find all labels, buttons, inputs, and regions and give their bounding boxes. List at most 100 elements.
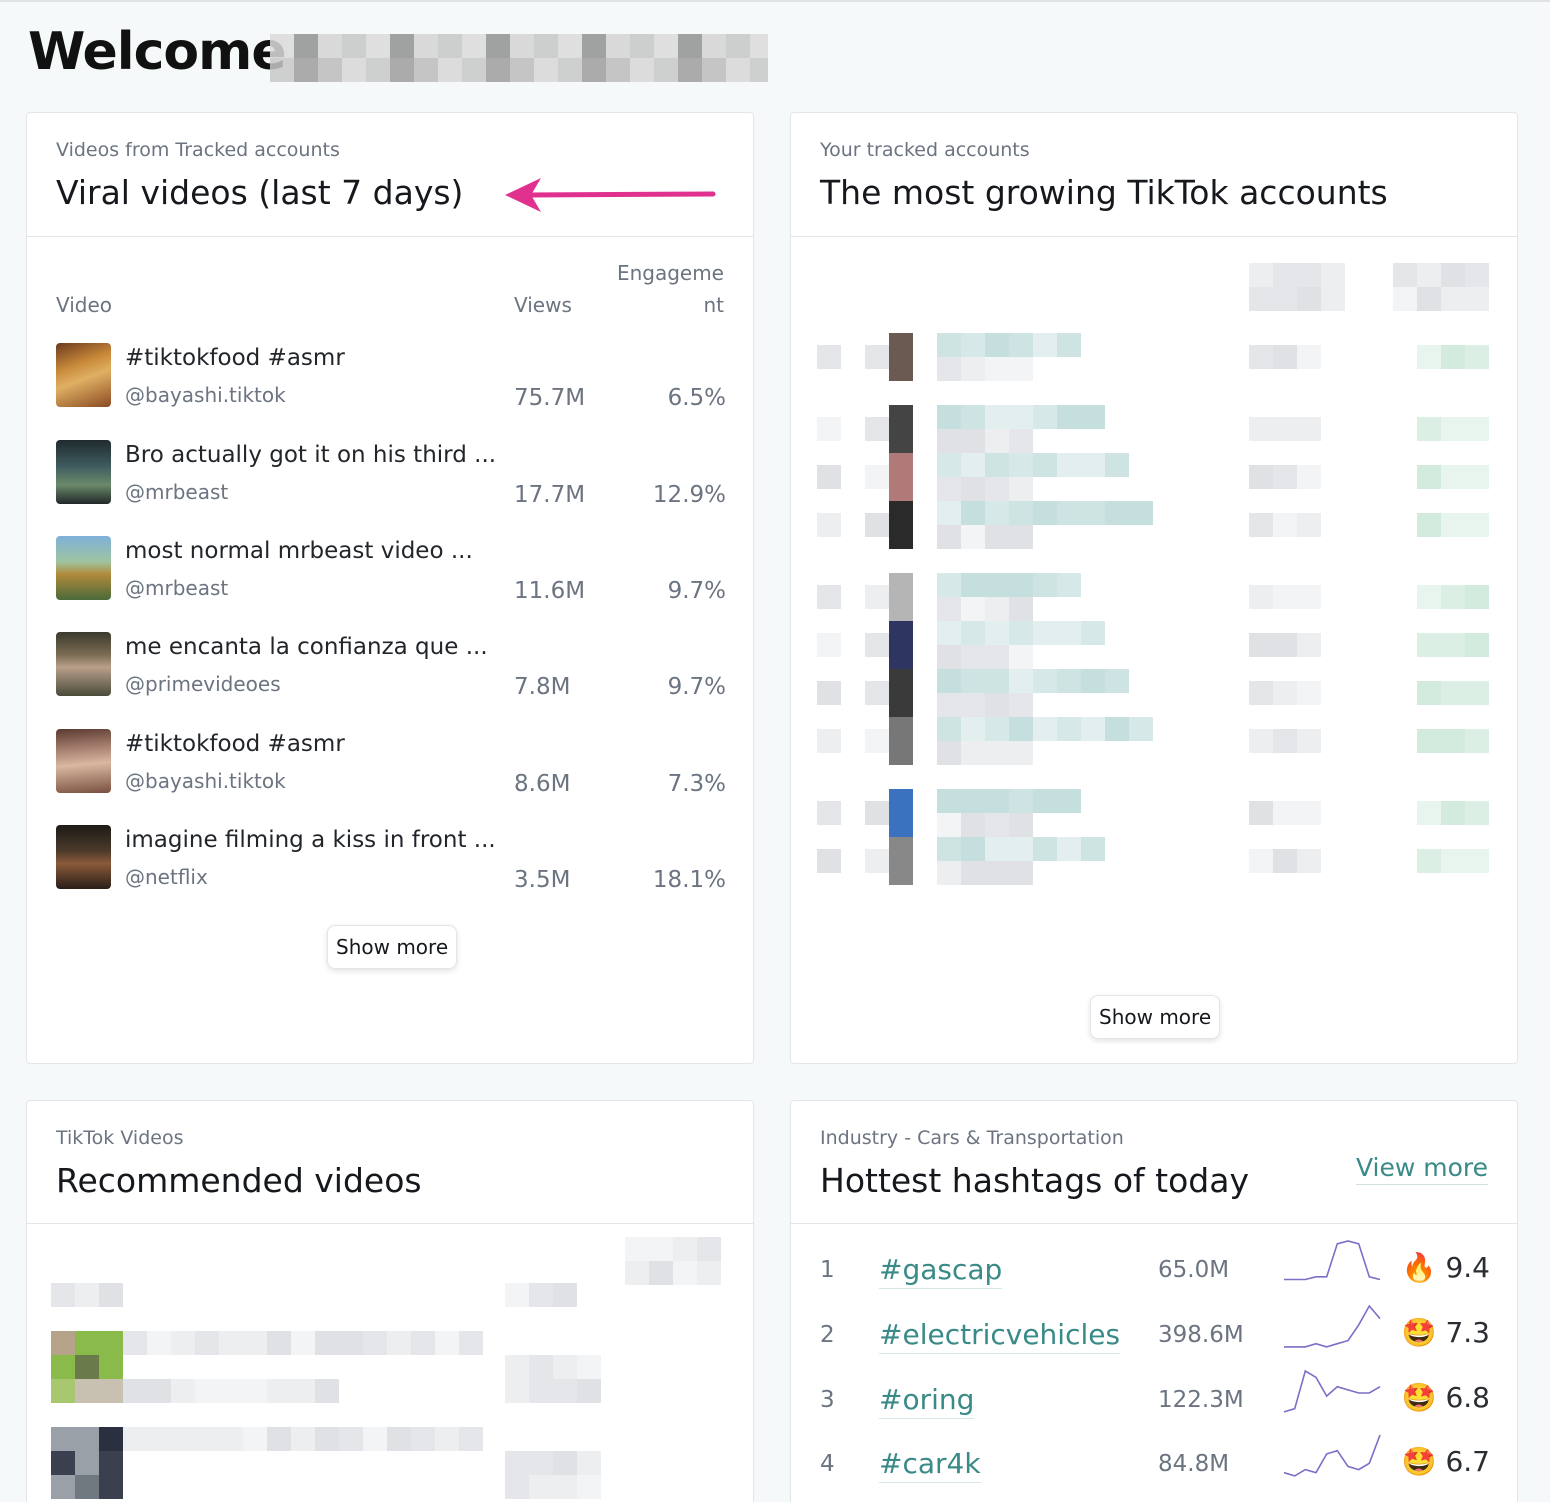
video-row[interactable]: #tiktokfood #asmr @bayashi.tiktok 8.6M 7… [56,729,726,797]
redacted-pixel [459,1331,483,1355]
redacted-pixel [865,345,889,369]
redacted-avatar [889,717,913,765]
redacted-pixel [195,1331,219,1355]
video-row[interactable]: most normal mrbeast video ... @mrbeast 1… [56,536,726,604]
hashtag-row[interactable]: 1 #gascap 65.0M 🔥 9.4 [820,1240,1490,1297]
hashtag-row[interactable]: 3 #oring 122.3M 🤩 6.8 [820,1369,1490,1427]
redacted-pixel [51,1427,75,1451]
redacted-pixel [243,1379,267,1403]
redacted-pixel [315,1331,339,1355]
redacted-pixel [985,693,1009,717]
video-row[interactable]: Bro actually got it on his third ... @mr… [56,440,726,508]
video-row[interactable]: me encanta la confianza que ... @primevi… [56,632,726,700]
hashtag-row[interactable]: 2 #electricvehicles 398.6M 🤩 7.3 [820,1304,1490,1362]
hashtag-link[interactable]: #electricvehicles [879,1318,1121,1354]
hashtag-rank: 1 [820,1257,835,1283]
redacted-pixel [459,1427,483,1451]
top-border [0,0,1550,2]
show-more-button[interactable]: Show more [1090,995,1221,1039]
redacted-pixel [219,1427,243,1451]
redacted-pixel [99,1355,123,1379]
card-title: Recommended videos [56,1161,422,1200]
recommended-videos-card: TikTok Videos Recommended videos [26,1100,754,1502]
view-more-link[interactable]: View more [1355,1153,1488,1185]
video-row[interactable]: #tiktokfood #asmr @bayashi.tiktok 75.7M … [56,343,726,411]
redacted-pixel [673,1237,697,1261]
redacted-pixel [1393,263,1417,287]
redacted-pixel [937,357,961,381]
redacted-pixel [1297,849,1321,873]
redacted-pixel [51,1475,75,1499]
redacted-pixel [1009,597,1033,621]
redacted-pixel [99,1379,123,1403]
redacted-pixel [1057,501,1081,525]
redacted-pixel [75,1427,99,1451]
redacted-pixel [1249,633,1273,657]
redacted-pixel [1297,417,1321,441]
redacted-pixel [1009,453,1033,477]
redacted-pixel [1009,669,1033,693]
card-header: TikTok Videos Recommended videos [27,1101,753,1224]
card-title: Viral videos (last 7 days) [56,173,464,212]
redacted-pixel [937,813,961,837]
redacted-pixel [1297,681,1321,705]
video-author[interactable]: @bayashi.tiktok [125,769,286,793]
video-title: #tiktokfood #asmr [125,345,345,371]
star-struck-icon: 🤩 [1401,1316,1437,1349]
redacted-pixel [961,837,985,861]
redacted-pixel [243,1427,267,1451]
video-title: most normal mrbeast video ... [125,538,473,564]
hashtag-link[interactable]: #car4k [879,1447,981,1483]
redacted-pixel [1465,287,1489,311]
redacted-pixel [817,417,841,441]
redacted-pixel [1297,633,1321,657]
column-header-engagement[interactable]: Engageme nt [617,261,724,317]
hashtag-row[interactable]: 4 #car4k 84.8M 🤩 6.7 [820,1434,1490,1491]
redacted-pixel [1441,801,1465,825]
hashtag-trend-sparkline [1283,1369,1381,1413]
redacted-pixel [1417,585,1441,609]
redacted-pixel [1129,501,1153,525]
hashtag-trend-sparkline [1284,1240,1381,1281]
redacted-pixel [1441,729,1465,753]
redacted-avatar [889,789,913,837]
redacted-pixel [75,1283,99,1307]
hashtag-link[interactable]: #oring [879,1383,975,1419]
video-author[interactable]: @netflix [125,865,208,889]
redacted-pixel [1273,263,1297,287]
hashtag-link[interactable]: #gascap [879,1253,1003,1289]
column-header-views[interactable]: Views [514,293,572,317]
video-author[interactable]: @primevideoes [125,672,281,696]
redacted-pixel [435,1427,459,1451]
redacted-pixel [1321,287,1345,311]
video-author[interactable]: @bayashi.tiktok [125,383,286,407]
video-engagement: 18.1% [652,867,726,893]
redacted-pixel [51,1451,75,1475]
redacted-pixel [937,453,961,477]
card-eyebrow: Your tracked accounts [820,139,1030,161]
redacted-pixel [937,669,961,693]
redacted-pixel [1033,717,1057,741]
card-eyebrow: Videos from Tracked accounts [56,139,340,161]
redacted-pixel [1321,263,1345,287]
redacted-pixel [817,345,841,369]
redacted-pixel [1009,861,1033,885]
redacted-pixel [817,801,841,825]
redacted-pixel [51,1379,75,1403]
redacted-pixel [1465,681,1489,705]
column-header-video[interactable]: Video [56,293,112,317]
redacted-pixel [1009,477,1033,501]
redacted-pixel [1441,585,1465,609]
redacted-pixel [985,837,1009,861]
sparkline-path [1283,1369,1381,1413]
redacted-pixel [937,525,961,549]
redacted-pixel [937,333,961,357]
show-more-button[interactable]: Show more [327,925,458,969]
redacted-pixel [1057,717,1081,741]
redacted-pixel [1297,287,1321,311]
video-author[interactable]: @mrbeast [125,576,228,600]
video-author[interactable]: @mrbeast [125,480,228,504]
video-row[interactable]: imagine filming a kiss in front ... @net… [56,825,726,893]
redacted-pixel [1033,453,1057,477]
card-header: Industry - Cars & Transportation Hottest… [791,1101,1517,1224]
